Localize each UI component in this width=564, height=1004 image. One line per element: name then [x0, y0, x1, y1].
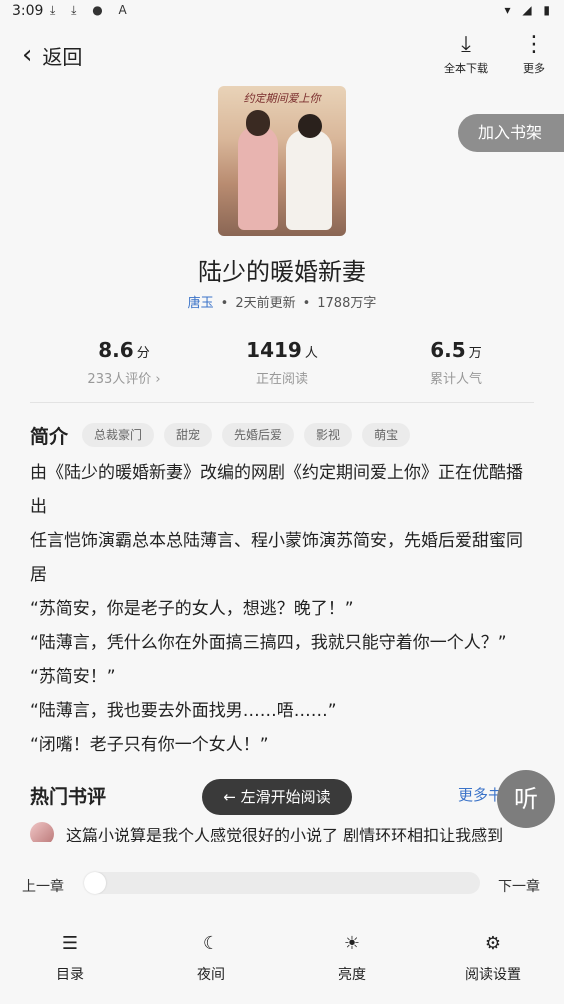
book-title: 陆少的暖婚新妻: [198, 258, 366, 286]
score-stat[interactable]: 8.6 分 233人评价 ›: [44, 338, 204, 387]
popularity-label: 累计人气: [429, 372, 482, 387]
intro-line: “苏简安！”: [30, 667, 116, 687]
readers-unit: 人: [304, 346, 318, 361]
prev-chapter-button[interactable]: 上一章: [22, 876, 64, 896]
book-meta: 唐玉 • 2天前更新 • 1788万字: [0, 292, 564, 311]
word-count: 1788万字: [317, 296, 377, 311]
next-chapter-button[interactable]: 下一章: [498, 876, 540, 896]
tag-chip[interactable]: 总裁豪门: [82, 423, 155, 447]
score-value: 8.6: [98, 338, 134, 362]
top-bar: ‹ 返回 ⤓ 全本下载 ⋮ 更多: [0, 24, 564, 86]
nav-label: 目录: [56, 967, 84, 983]
more-label: 更多: [523, 62, 545, 75]
download-label: 全本下载: [444, 62, 488, 75]
popularity-stat: 6.5 万 累计人气: [376, 338, 536, 387]
author-link[interactable]: 唐玉: [188, 296, 214, 311]
popularity-value: 6.5: [430, 338, 466, 362]
nav-reading-settings[interactable]: ⚙ 阅读设置: [448, 932, 538, 984]
back-label: 返回: [42, 44, 83, 69]
progress-slider[interactable]: [84, 872, 480, 894]
update-time: 2天前更新: [235, 296, 296, 311]
readers-stat: 1419 人 正在阅读: [202, 338, 362, 387]
listen-button[interactable]: 听: [497, 770, 555, 828]
intro-line: 出: [30, 497, 47, 517]
tag-chip[interactable]: 先婚后爱: [222, 423, 295, 447]
status-bar: 3:09 ⤓ ⤓ ● A ▾ ◢ ▮: [0, 0, 564, 24]
reviews-heading: 热门书评: [30, 786, 107, 808]
tag-list: 总裁豪门 甜宠 先婚后爱 影视 萌宝: [82, 423, 420, 447]
intro-heading: 简介: [30, 426, 69, 448]
cover-figure-woman-head: [246, 110, 270, 136]
download-icon: ⤓: [461, 32, 471, 57]
swipe-to-read-hint[interactable]: ← 左滑开始阅读: [202, 779, 352, 815]
popularity-unit: 万: [468, 346, 482, 361]
notification-icons: ⤓ ⤓ ● A: [50, 3, 133, 17]
cover-title-art: 约定期间爱上你: [243, 92, 321, 105]
intro-line: “苏简安，你是老子的女人，想逃？晚了！”: [30, 599, 354, 619]
tag-chip[interactable]: 影视: [304, 423, 353, 447]
settings-icon: ⚙: [484, 933, 502, 954]
separator-dot: •: [220, 296, 229, 311]
intro-text: 由《陆少的暖婚新妻》改编的网剧《约定期间爱上你》正在优酷播 出 任言恺饰演霸总本…: [30, 456, 534, 762]
intro-line: “闭嘴！老子只有你一个女人！”: [30, 735, 269, 755]
moon-icon: ☾: [202, 933, 220, 954]
readers-label: 正在阅读: [255, 372, 308, 387]
add-to-shelf-button[interactable]: 加入书架: [458, 114, 564, 152]
nav-night-mode[interactable]: ☾ 夜间: [166, 932, 256, 984]
separator-dot: •: [302, 296, 311, 311]
nav-label: 夜间: [197, 967, 225, 983]
cover-figure-man-head: [298, 114, 322, 138]
nav-toc[interactable]: ☰ 目录: [25, 932, 115, 984]
status-time: 3:09: [12, 3, 44, 19]
tag-chip[interactable]: 萌宝: [362, 423, 411, 447]
nav-label: 阅读设置: [465, 967, 521, 983]
intro-line: “陆薄言，我也要去外面找男……唔……”: [30, 701, 337, 721]
readers-value: 1419: [246, 338, 302, 362]
score-label: 233人评价 ›: [87, 372, 161, 387]
tag-chip[interactable]: 甜宠: [164, 423, 213, 447]
cover-figure-man: [286, 130, 332, 230]
review-text[interactable]: 这篇小说算是我个人感觉很好的小说了 剧情环环相扣让我感到: [66, 822, 536, 842]
book-cover[interactable]: 约定期间爱上你: [218, 86, 346, 236]
back-button[interactable]: ‹ 返回: [22, 40, 82, 70]
nav-label: 亮度: [338, 967, 366, 983]
divider: [30, 402, 534, 403]
reader-control-panel: 上一章 下一章 ☰ 目录 ☾ 夜间 ☀ 亮度 ⚙ 阅读设置: [0, 842, 564, 1004]
intro-line: 由《陆少的暖婚新妻》改编的网剧《约定期间爱上你》正在优酷播: [30, 463, 523, 483]
nav-brightness[interactable]: ☀ 亮度: [307, 932, 397, 984]
sun-icon: ☀: [343, 933, 361, 954]
intro-line: “陆薄言，凭什么你在外面搞三搞四，我就只能守着你一个人？”: [30, 633, 507, 653]
chevron-left-icon: ‹: [22, 40, 33, 70]
toc-icon: ☰: [61, 933, 79, 954]
progress-slider-thumb[interactable]: [84, 872, 106, 894]
intro-line: 居: [30, 565, 47, 585]
more-button[interactable]: ⋮ 更多: [504, 32, 564, 76]
system-icons: ▾ ◢ ▮: [504, 3, 554, 17]
more-vertical-icon: ⋮: [523, 32, 545, 57]
score-unit: 分: [136, 346, 150, 361]
download-all-button[interactable]: ⤓ 全本下载: [436, 32, 496, 76]
intro-line: 任言恺饰演霸总本总陆薄言、程小蒙饰演苏简安，先婚后爱甜蜜同: [30, 531, 523, 551]
cover-figure-woman: [238, 126, 278, 230]
